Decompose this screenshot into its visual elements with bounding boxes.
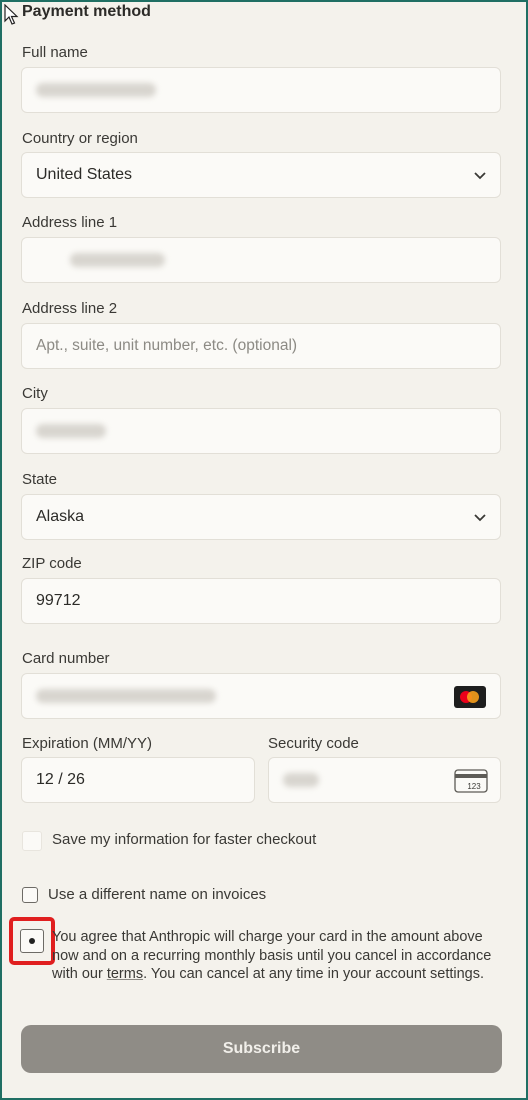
different-name-checkbox[interactable] (22, 887, 38, 903)
expiration-input[interactable]: 12 / 26 (21, 757, 255, 803)
card-number-label: Card number (22, 650, 110, 667)
address2-placeholder: Apt., suite, unit number, etc. (optional… (36, 337, 298, 354)
state-label: State (22, 471, 58, 488)
state-select[interactable]: Alaska (21, 494, 501, 540)
save-info-label: Save my information for faster checkout (52, 831, 317, 848)
chevron-down-icon (474, 514, 486, 522)
address2-input[interactable]: Apt., suite, unit number, etc. (optional… (21, 323, 501, 369)
full-name-input[interactable] (21, 67, 501, 113)
mouse-cursor-icon (4, 4, 19, 25)
country-value: United States (36, 166, 133, 183)
chevron-down-icon (474, 172, 486, 180)
terms-link[interactable]: terms (107, 966, 143, 982)
subscribe-button[interactable]: Subscribe (21, 1025, 502, 1073)
zip-input[interactable]: 99712 (21, 578, 501, 624)
zip-label: ZIP code (22, 555, 82, 572)
mastercard-icon (454, 686, 486, 708)
address1-label: Address line 1 (22, 214, 118, 231)
svg-text:123: 123 (467, 782, 481, 791)
annotation-highlight (9, 917, 55, 965)
address2-label: Address line 2 (22, 300, 118, 317)
different-name-label: Use a different name on invoices (48, 886, 267, 903)
expiration-value: 12 / 26 (36, 771, 85, 788)
agree-text-part2: . You can cancel at any time in your acc… (143, 966, 485, 982)
card-back-cvc-icon: 123 (454, 769, 488, 793)
redacted-value (36, 83, 156, 97)
card-number-input[interactable] (21, 673, 501, 719)
state-value: Alaska (36, 508, 85, 525)
city-input[interactable] (21, 408, 501, 454)
redacted-value (36, 689, 216, 703)
country-select[interactable]: United States (21, 152, 501, 198)
save-info-checkbox[interactable] (22, 831, 42, 851)
redacted-value (70, 253, 165, 267)
security-code-label: Security code (268, 735, 359, 752)
city-label: City (22, 385, 48, 402)
expiration-label: Expiration (MM/YY) (22, 735, 153, 752)
address1-input[interactable] (21, 237, 501, 283)
security-code-input[interactable]: 123 (268, 757, 501, 803)
zip-value: 99712 (36, 592, 81, 609)
redacted-value (36, 424, 106, 438)
agree-terms-text: You agree that Anthropic will charge you… (52, 928, 502, 984)
section-title: Payment method (22, 3, 151, 20)
redacted-value (283, 773, 319, 787)
country-label: Country or region (22, 130, 138, 147)
full-name-label: Full name (22, 44, 88, 61)
